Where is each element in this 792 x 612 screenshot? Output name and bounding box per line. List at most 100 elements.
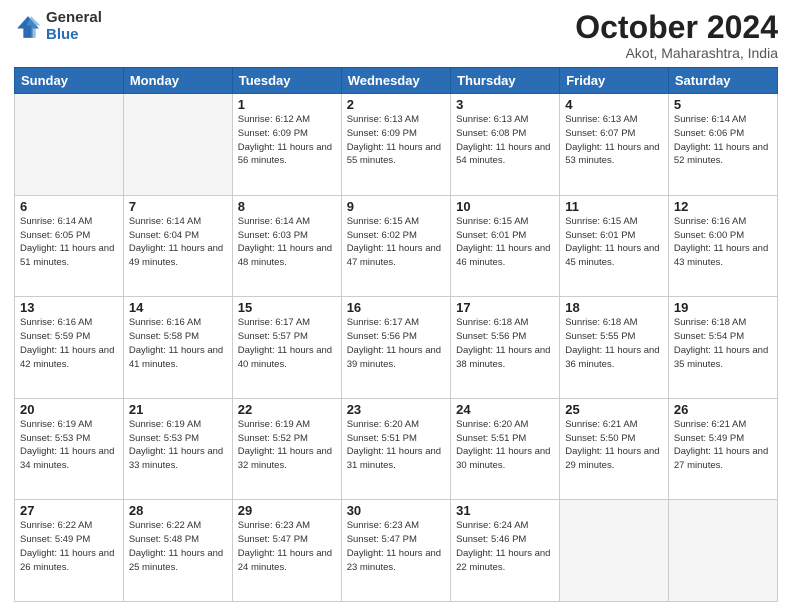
day-number: 17 xyxy=(456,300,554,315)
day-number: 27 xyxy=(20,503,118,518)
logo: General Blue xyxy=(14,10,102,43)
empty-cell xyxy=(123,94,232,196)
day-number: 2 xyxy=(347,97,445,112)
day-cell-10: 10Sunrise: 6:15 AM Sunset: 6:01 PM Dayli… xyxy=(451,195,560,297)
logo-blue-label: Blue xyxy=(46,27,102,44)
day-info: Sunrise: 6:15 AM Sunset: 6:02 PM Dayligh… xyxy=(347,215,445,270)
day-cell-27: 27Sunrise: 6:22 AM Sunset: 5:49 PM Dayli… xyxy=(15,500,124,602)
weekday-header-wednesday: Wednesday xyxy=(341,68,450,94)
weekday-header-thursday: Thursday xyxy=(451,68,560,94)
day-number: 12 xyxy=(674,199,772,214)
day-info: Sunrise: 6:21 AM Sunset: 5:50 PM Dayligh… xyxy=(565,418,663,473)
day-number: 11 xyxy=(565,199,663,214)
day-cell-14: 14Sunrise: 6:16 AM Sunset: 5:58 PM Dayli… xyxy=(123,297,232,399)
day-number: 7 xyxy=(129,199,227,214)
day-number: 21 xyxy=(129,402,227,417)
logo-text: General Blue xyxy=(46,10,102,43)
day-number: 5 xyxy=(674,97,772,112)
day-number: 19 xyxy=(674,300,772,315)
day-cell-11: 11Sunrise: 6:15 AM Sunset: 6:01 PM Dayli… xyxy=(560,195,669,297)
day-cell-21: 21Sunrise: 6:19 AM Sunset: 5:53 PM Dayli… xyxy=(123,398,232,500)
day-number: 25 xyxy=(565,402,663,417)
day-info: Sunrise: 6:17 AM Sunset: 5:56 PM Dayligh… xyxy=(347,316,445,371)
day-info: Sunrise: 6:18 AM Sunset: 5:54 PM Dayligh… xyxy=(674,316,772,371)
day-cell-7: 7Sunrise: 6:14 AM Sunset: 6:04 PM Daylig… xyxy=(123,195,232,297)
day-info: Sunrise: 6:23 AM Sunset: 5:47 PM Dayligh… xyxy=(238,519,336,574)
day-info: Sunrise: 6:18 AM Sunset: 5:56 PM Dayligh… xyxy=(456,316,554,371)
week-row-4: 20Sunrise: 6:19 AM Sunset: 5:53 PM Dayli… xyxy=(15,398,778,500)
week-row-5: 27Sunrise: 6:22 AM Sunset: 5:49 PM Dayli… xyxy=(15,500,778,602)
day-number: 22 xyxy=(238,402,336,417)
day-info: Sunrise: 6:21 AM Sunset: 5:49 PM Dayligh… xyxy=(674,418,772,473)
day-number: 26 xyxy=(674,402,772,417)
day-info: Sunrise: 6:14 AM Sunset: 6:04 PM Dayligh… xyxy=(129,215,227,270)
weekday-header-friday: Friday xyxy=(560,68,669,94)
day-info: Sunrise: 6:18 AM Sunset: 5:55 PM Dayligh… xyxy=(565,316,663,371)
day-info: Sunrise: 6:13 AM Sunset: 6:09 PM Dayligh… xyxy=(347,113,445,168)
day-cell-20: 20Sunrise: 6:19 AM Sunset: 5:53 PM Dayli… xyxy=(15,398,124,500)
day-cell-26: 26Sunrise: 6:21 AM Sunset: 5:49 PM Dayli… xyxy=(668,398,777,500)
day-number: 20 xyxy=(20,402,118,417)
generalblue-icon xyxy=(14,13,42,41)
day-cell-31: 31Sunrise: 6:24 AM Sunset: 5:46 PM Dayli… xyxy=(451,500,560,602)
day-number: 23 xyxy=(347,402,445,417)
location: Akot, Maharashtra, India xyxy=(575,45,778,61)
day-cell-9: 9Sunrise: 6:15 AM Sunset: 6:02 PM Daylig… xyxy=(341,195,450,297)
day-cell-28: 28Sunrise: 6:22 AM Sunset: 5:48 PM Dayli… xyxy=(123,500,232,602)
day-info: Sunrise: 6:23 AM Sunset: 5:47 PM Dayligh… xyxy=(347,519,445,574)
day-info: Sunrise: 6:16 AM Sunset: 5:59 PM Dayligh… xyxy=(20,316,118,371)
day-cell-17: 17Sunrise: 6:18 AM Sunset: 5:56 PM Dayli… xyxy=(451,297,560,399)
day-cell-4: 4Sunrise: 6:13 AM Sunset: 6:07 PM Daylig… xyxy=(560,94,669,196)
day-cell-30: 30Sunrise: 6:23 AM Sunset: 5:47 PM Dayli… xyxy=(341,500,450,602)
empty-cell xyxy=(15,94,124,196)
weekday-header-row: SundayMondayTuesdayWednesdayThursdayFrid… xyxy=(15,68,778,94)
month-title: October 2024 xyxy=(575,10,778,45)
logo-general-label: General xyxy=(46,10,102,27)
day-info: Sunrise: 6:14 AM Sunset: 6:03 PM Dayligh… xyxy=(238,215,336,270)
day-cell-15: 15Sunrise: 6:17 AM Sunset: 5:57 PM Dayli… xyxy=(232,297,341,399)
day-number: 24 xyxy=(456,402,554,417)
day-number: 16 xyxy=(347,300,445,315)
day-cell-2: 2Sunrise: 6:13 AM Sunset: 6:09 PM Daylig… xyxy=(341,94,450,196)
empty-cell xyxy=(668,500,777,602)
day-cell-29: 29Sunrise: 6:23 AM Sunset: 5:47 PM Dayli… xyxy=(232,500,341,602)
day-cell-24: 24Sunrise: 6:20 AM Sunset: 5:51 PM Dayli… xyxy=(451,398,560,500)
day-info: Sunrise: 6:14 AM Sunset: 6:05 PM Dayligh… xyxy=(20,215,118,270)
day-number: 6 xyxy=(20,199,118,214)
day-cell-8: 8Sunrise: 6:14 AM Sunset: 6:03 PM Daylig… xyxy=(232,195,341,297)
day-info: Sunrise: 6:14 AM Sunset: 6:06 PM Dayligh… xyxy=(674,113,772,168)
day-info: Sunrise: 6:19 AM Sunset: 5:53 PM Dayligh… xyxy=(20,418,118,473)
day-info: Sunrise: 6:19 AM Sunset: 5:53 PM Dayligh… xyxy=(129,418,227,473)
day-cell-1: 1Sunrise: 6:12 AM Sunset: 6:09 PM Daylig… xyxy=(232,94,341,196)
day-info: Sunrise: 6:15 AM Sunset: 6:01 PM Dayligh… xyxy=(456,215,554,270)
day-cell-22: 22Sunrise: 6:19 AM Sunset: 5:52 PM Dayli… xyxy=(232,398,341,500)
day-info: Sunrise: 6:22 AM Sunset: 5:48 PM Dayligh… xyxy=(129,519,227,574)
day-number: 10 xyxy=(456,199,554,214)
day-number: 29 xyxy=(238,503,336,518)
page: General Blue October 2024 Akot, Maharash… xyxy=(0,0,792,612)
day-info: Sunrise: 6:12 AM Sunset: 6:09 PM Dayligh… xyxy=(238,113,336,168)
week-row-1: 1Sunrise: 6:12 AM Sunset: 6:09 PM Daylig… xyxy=(15,94,778,196)
day-cell-18: 18Sunrise: 6:18 AM Sunset: 5:55 PM Dayli… xyxy=(560,297,669,399)
day-number: 30 xyxy=(347,503,445,518)
day-cell-13: 13Sunrise: 6:16 AM Sunset: 5:59 PM Dayli… xyxy=(15,297,124,399)
weekday-header-sunday: Sunday xyxy=(15,68,124,94)
week-row-2: 6Sunrise: 6:14 AM Sunset: 6:05 PM Daylig… xyxy=(15,195,778,297)
day-info: Sunrise: 6:16 AM Sunset: 6:00 PM Dayligh… xyxy=(674,215,772,270)
day-info: Sunrise: 6:20 AM Sunset: 5:51 PM Dayligh… xyxy=(456,418,554,473)
day-info: Sunrise: 6:16 AM Sunset: 5:58 PM Dayligh… xyxy=(129,316,227,371)
day-number: 1 xyxy=(238,97,336,112)
weekday-header-tuesday: Tuesday xyxy=(232,68,341,94)
day-info: Sunrise: 6:20 AM Sunset: 5:51 PM Dayligh… xyxy=(347,418,445,473)
day-info: Sunrise: 6:15 AM Sunset: 6:01 PM Dayligh… xyxy=(565,215,663,270)
day-info: Sunrise: 6:22 AM Sunset: 5:49 PM Dayligh… xyxy=(20,519,118,574)
day-number: 28 xyxy=(129,503,227,518)
day-cell-12: 12Sunrise: 6:16 AM Sunset: 6:00 PM Dayli… xyxy=(668,195,777,297)
week-row-3: 13Sunrise: 6:16 AM Sunset: 5:59 PM Dayli… xyxy=(15,297,778,399)
day-number: 9 xyxy=(347,199,445,214)
day-cell-19: 19Sunrise: 6:18 AM Sunset: 5:54 PM Dayli… xyxy=(668,297,777,399)
weekday-header-saturday: Saturday xyxy=(668,68,777,94)
day-cell-16: 16Sunrise: 6:17 AM Sunset: 5:56 PM Dayli… xyxy=(341,297,450,399)
day-number: 13 xyxy=(20,300,118,315)
empty-cell xyxy=(560,500,669,602)
